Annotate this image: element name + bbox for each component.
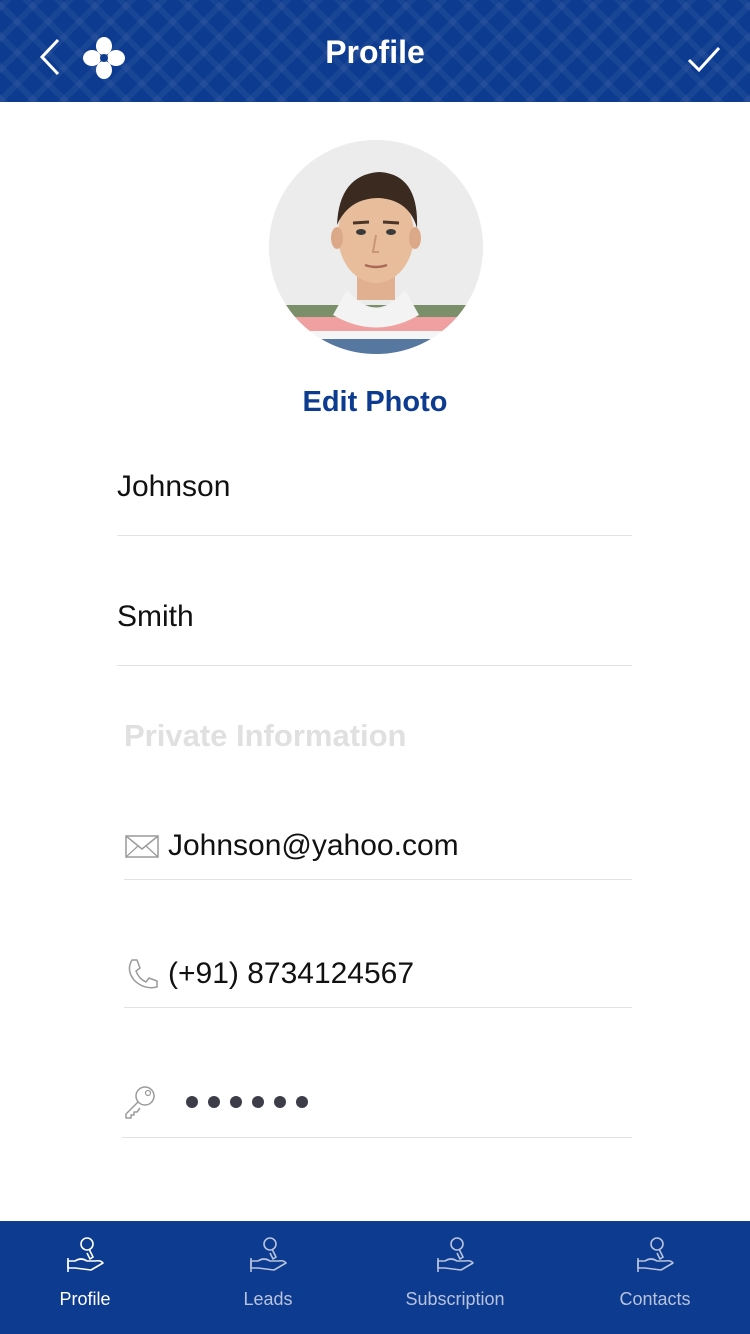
password-dot — [274, 1095, 286, 1108]
tab-subscription[interactable]: Subscription — [365, 1221, 545, 1334]
last-name-value: Smith — [117, 600, 194, 633]
tab-label: Contacts — [619, 1289, 691, 1309]
phone-icon — [128, 958, 158, 988]
confirm-button[interactable] — [684, 40, 724, 80]
first-name-value: Johnson — [117, 470, 231, 503]
avatar[interactable] — [269, 140, 483, 354]
tab-label: Profile — [59, 1289, 111, 1309]
password-dot — [296, 1095, 308, 1108]
envelope-icon — [125, 834, 159, 858]
phone-field[interactable]: (+91) 8734124567 — [124, 940, 632, 1008]
password-mask — [186, 1095, 308, 1108]
hand-key-icon — [637, 1237, 674, 1272]
checkmark-icon — [687, 46, 721, 73]
email-value: Johnson@yahoo.com — [168, 828, 459, 862]
tab-leads[interactable]: Leads — [178, 1221, 358, 1334]
edit-photo-button[interactable]: Edit Photo — [0, 386, 750, 419]
hand-key-icon — [67, 1237, 104, 1272]
first-name-field[interactable]: Johnson — [117, 470, 632, 536]
bottom-tab-bar: Profile Leads Subscription Contacts — [0, 1221, 750, 1334]
key-icon — [125, 1085, 155, 1119]
last-name-field[interactable]: Smith — [117, 600, 632, 666]
password-field[interactable] — [122, 1066, 632, 1138]
hand-key-icon — [437, 1237, 474, 1272]
profile-photo — [269, 140, 483, 354]
password-dot — [230, 1095, 242, 1108]
hand-key-icon — [250, 1237, 287, 1272]
password-dot — [208, 1095, 220, 1108]
phone-value: (+91) 8734124567 — [168, 956, 415, 990]
email-field[interactable]: Johnson@yahoo.com — [124, 812, 632, 880]
tab-label: Leads — [243, 1289, 293, 1309]
private-information-heading: Private Information — [124, 718, 407, 753]
page-title: Profile — [325, 34, 425, 70]
tab-label: Subscription — [405, 1289, 505, 1309]
tab-profile[interactable]: Profile — [0, 1221, 175, 1334]
tab-contacts[interactable]: Contacts — [565, 1221, 745, 1334]
header-bar: Profile — [0, 0, 750, 102]
password-dot — [252, 1095, 264, 1108]
password-dot — [186, 1095, 198, 1108]
